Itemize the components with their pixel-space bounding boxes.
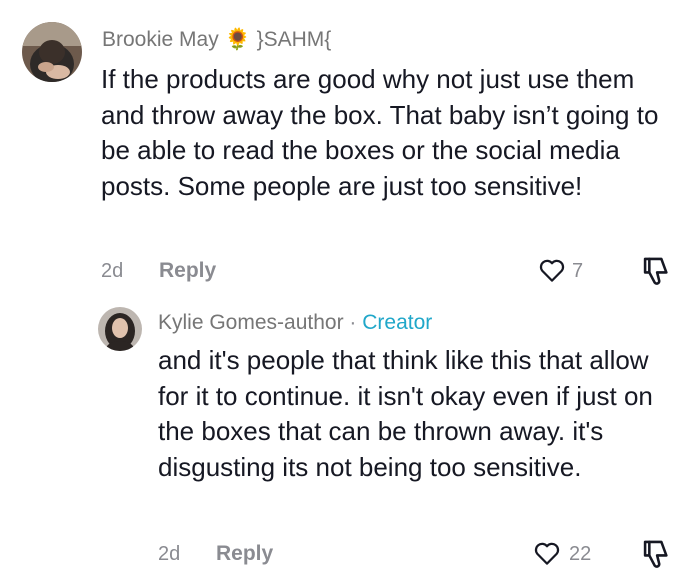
comment-date: 2d xyxy=(101,260,124,282)
avatar[interactable] xyxy=(22,22,82,82)
avatar[interactable] xyxy=(98,307,142,351)
sunflower-emoji: 🌻 xyxy=(224,28,251,51)
dislike-icon[interactable] xyxy=(638,537,672,571)
reply-username[interactable]: Kylie Gomes-author · Creator xyxy=(158,311,432,335)
reply-date: 2d xyxy=(158,543,181,565)
reply-button[interactable]: Reply xyxy=(216,542,273,566)
heart-icon[interactable] xyxy=(537,255,567,285)
reply-button[interactable]: Reply xyxy=(159,259,216,283)
reply-text: and it's people that think like this tha… xyxy=(158,345,653,482)
like-count: 7 xyxy=(572,260,584,282)
comment-text: If the products are good why not just us… xyxy=(101,64,659,201)
dislike-icon[interactable] xyxy=(638,254,672,288)
comment-username[interactable]: Brookie May 🌻 }SAHM{ xyxy=(102,28,331,52)
creator-badge: Creator xyxy=(362,311,433,334)
like-count: 22 xyxy=(569,543,592,565)
separator-dot: · xyxy=(349,311,357,334)
heart-icon[interactable] xyxy=(532,538,562,568)
